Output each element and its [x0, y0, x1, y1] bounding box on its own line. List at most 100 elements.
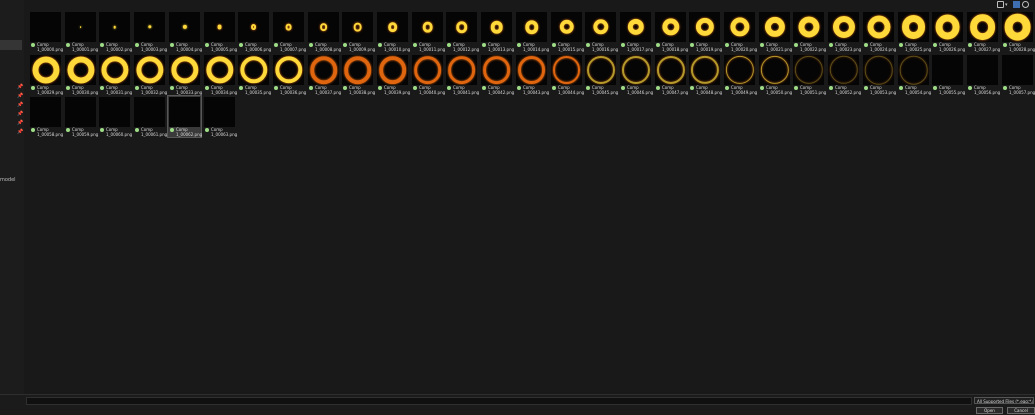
file-thumbnail[interactable]: Comp 1_00034.png — [203, 54, 237, 95]
file-thumbnail[interactable]: Comp 1_00050.png — [758, 54, 792, 95]
file-thumbnail[interactable]: Comp 1_00026.png — [931, 11, 965, 52]
pin-icon[interactable]: 📌 — [17, 93, 23, 99]
file-thumbnail[interactable]: Comp 1_00015.png — [550, 11, 584, 52]
file-thumbnail[interactable]: Comp 1_00042.png — [480, 54, 514, 95]
file-thumbnail[interactable]: Comp 1_00004.png — [168, 11, 202, 52]
file-thumbnail[interactable]: Comp 1_00039.png — [376, 54, 410, 95]
file-status-icon — [725, 86, 729, 90]
file-thumbnail[interactable]: Comp 1_00019.png — [688, 11, 722, 52]
file-thumbnail[interactable]: Comp 1_00040.png — [411, 54, 445, 95]
file-thumbnail[interactable]: Comp 1_00012.png — [445, 11, 479, 52]
file-thumbnail[interactable]: Comp 1_00047.png — [654, 54, 688, 95]
file-name-label: Comp 1_00010.png — [384, 42, 411, 52]
pin-icon[interactable]: 📌 — [17, 111, 23, 117]
file-thumbnail[interactable]: Comp 1_00002.png — [98, 11, 132, 52]
file-thumbnail[interactable]: Comp 1_00013.png — [480, 11, 514, 52]
file-thumbnail[interactable]: Comp 1_00000.png — [29, 11, 63, 52]
file-thumbnail[interactable]: Comp 1_00059.png — [64, 96, 98, 137]
file-thumbnail[interactable]: Comp 1_00035.png — [237, 54, 271, 95]
file-name-label: Comp 1_00009.png — [349, 42, 376, 52]
file-name-label: Comp 1_00058.png — [37, 127, 64, 137]
file-thumbnail[interactable]: Comp 1_00023.png — [827, 11, 861, 52]
file-thumbnail[interactable]: Comp 1_00058.png — [29, 96, 64, 137]
file-thumbnail[interactable]: Comp 1_00044.png — [550, 54, 584, 95]
file-thumbnail[interactable]: Comp 1_00014.png — [515, 11, 549, 52]
file-thumbnail[interactable]: Comp 1_00054.png — [897, 54, 931, 95]
file-thumbnail[interactable]: Comp 1_00007.png — [272, 11, 306, 52]
file-thumbnail[interactable]: Comp 1_00027.png — [966, 11, 1000, 52]
file-thumbnail[interactable]: Comp 1_00049.png — [723, 54, 757, 95]
file-thumbnail[interactable]: Comp 1_00003.png — [133, 11, 167, 52]
navigation-pane: 📌 📌 📌 📌 📌 📌 model — [0, 0, 24, 394]
file-thumbnail[interactable]: Comp 1_00056.png — [966, 54, 1000, 95]
file-thumbnail[interactable]: Comp 1_00063.png — [203, 96, 237, 137]
view-options-icon[interactable] — [997, 1, 1004, 8]
file-thumbnail[interactable]: Comp 1_00060.png — [98, 96, 132, 137]
nav-selected-item[interactable] — [0, 40, 22, 50]
file-thumbnail[interactable]: Comp 1_00045.png — [584, 54, 618, 95]
file-thumbnail[interactable]: Comp 1_00020.png — [723, 11, 757, 52]
file-thumbnail[interactable]: Comp 1_00038.png — [341, 54, 375, 95]
fire-ring-preview — [31, 56, 60, 84]
file-thumbnail[interactable]: Comp 1_00018.png — [654, 11, 688, 52]
file-thumbnail[interactable]: Comp 1_00032.png — [133, 54, 167, 95]
file-name-label: Comp 1_00043.png — [523, 85, 550, 95]
file-thumbnail[interactable]: Comp 1_00051.png — [792, 54, 826, 95]
file-type-select[interactable]: All Supported Files (*.egg;*.mp — [974, 397, 1034, 404]
thumbnail-image — [759, 55, 790, 85]
file-thumbnail[interactable]: Comp 1_00021.png — [758, 11, 792, 52]
file-status-icon — [690, 43, 694, 47]
file-status-icon — [239, 43, 243, 47]
file-thumbnail[interactable]: Comp 1_00009.png — [341, 11, 376, 52]
thumbnail-image — [65, 12, 96, 42]
file-thumbnail[interactable]: Comp 1_00031.png — [98, 54, 132, 95]
pin-icon[interactable]: 📌 — [17, 102, 23, 108]
file-thumbnail[interactable]: Comp 1_00017.png — [619, 11, 653, 52]
file-thumbnail[interactable]: Comp 1_00005.png — [203, 11, 237, 52]
thumbnail-image — [863, 55, 894, 85]
file-thumbnail[interactable]: Comp 1_00008.png — [307, 11, 341, 52]
file-status-icon — [760, 43, 764, 47]
pin-icon[interactable]: 📌 — [17, 129, 23, 135]
file-thumbnail[interactable]: Comp 1_00022.png — [792, 11, 826, 52]
fire-ring-preview — [829, 55, 858, 85]
file-thumbnail[interactable]: Comp 1_00029.png — [29, 54, 63, 95]
file-thumbnail[interactable]: Comp 1_00016.png — [584, 11, 618, 52]
file-thumbnail[interactable]: Comp 1_00043.png — [515, 54, 550, 95]
file-thumbnail[interactable]: Comp 1_00057.png — [1001, 54, 1035, 95]
preview-pane-icon[interactable] — [1013, 1, 1020, 8]
file-thumbnail[interactable]: Comp 1_00025.png — [897, 11, 931, 52]
file-status-icon — [170, 128, 174, 132]
file-thumbnail[interactable]: Comp 1_00010.png — [376, 11, 411, 52]
file-thumbnail[interactable]: Comp 1_00048.png — [688, 54, 722, 95]
file-thumbnail[interactable]: Comp 1_00028.png — [1001, 11, 1035, 52]
file-thumbnail[interactable]: Comp 1_00062.png — [167, 95, 202, 138]
fire-ring-preview — [695, 17, 714, 37]
open-button[interactable]: Open — [976, 407, 1003, 414]
fire-ring-preview — [592, 19, 609, 35]
chevron-down-icon[interactable]: ▾ — [1005, 2, 1008, 8]
file-thumbnail[interactable]: Comp 1_00036.png — [272, 54, 306, 95]
file-thumbnail[interactable]: Comp 1_00037.png — [307, 54, 341, 95]
pin-icon[interactable]: 📌 — [17, 84, 23, 90]
file-thumbnail[interactable]: Comp 1_00011.png — [411, 11, 445, 52]
file-thumbnail[interactable]: Comp 1_00033.png — [168, 54, 202, 95]
file-thumbnail[interactable]: Comp 1_00053.png — [862, 54, 896, 95]
file-name-input[interactable] — [26, 397, 972, 405]
file-thumbnail[interactable]: Comp 1_00006.png — [237, 11, 271, 52]
file-thumbnail[interactable]: Comp 1_00052.png — [827, 54, 861, 95]
file-status-icon — [343, 43, 347, 47]
thumbnail-image — [412, 12, 443, 42]
pin-icon[interactable]: 📌 — [17, 120, 23, 126]
file-thumbnail[interactable]: Comp 1_00030.png — [64, 54, 98, 95]
file-thumbnail[interactable]: Comp 1_00041.png — [445, 54, 479, 95]
file-thumbnail[interactable]: Comp 1_00024.png — [862, 11, 896, 52]
help-icon[interactable] — [1022, 1, 1029, 8]
file-thumbnail[interactable]: Comp 1_00046.png — [619, 54, 653, 95]
nav-item-label[interactable]: model — [0, 177, 16, 183]
cancel-button[interactable]: Cancel — [1007, 407, 1035, 414]
thumbnail-image — [655, 55, 686, 85]
file-thumbnail[interactable]: Comp 1_00055.png — [931, 54, 965, 95]
file-thumbnail[interactable]: Comp 1_00001.png — [64, 11, 98, 52]
file-thumbnail[interactable]: Comp 1_00061.png — [133, 96, 167, 137]
